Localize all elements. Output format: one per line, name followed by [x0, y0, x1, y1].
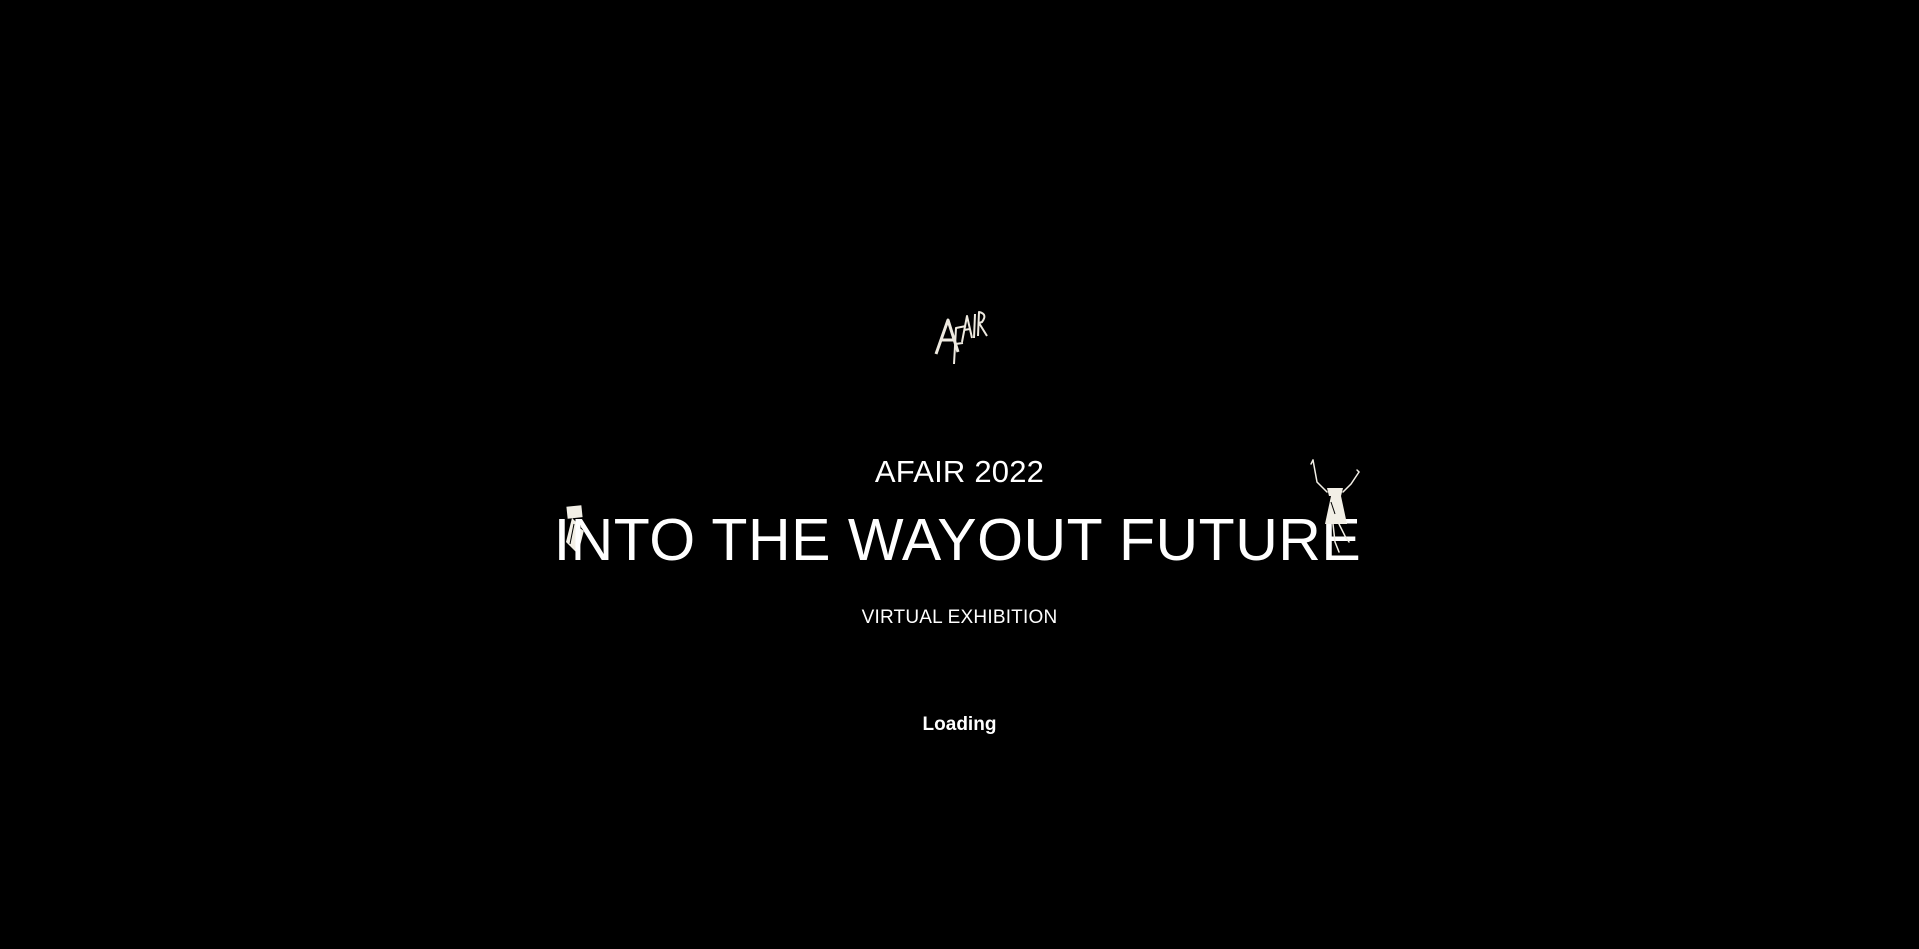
page-title: INTO THE WAYOUT FUTURE — [553, 507, 1362, 573]
title-container: INTO THE WAYOUT FUTURE — [0, 502, 1919, 578]
exhibition-subtitle: VIRTUAL EXHIBITION — [861, 607, 1058, 628]
loading-indicator: Loading — [922, 714, 997, 735]
afair-logo-icon — [932, 302, 992, 366]
event-year-label: AFAIR 2022 — [874, 454, 1045, 489]
dancing-figure-icon — [1305, 458, 1363, 554]
